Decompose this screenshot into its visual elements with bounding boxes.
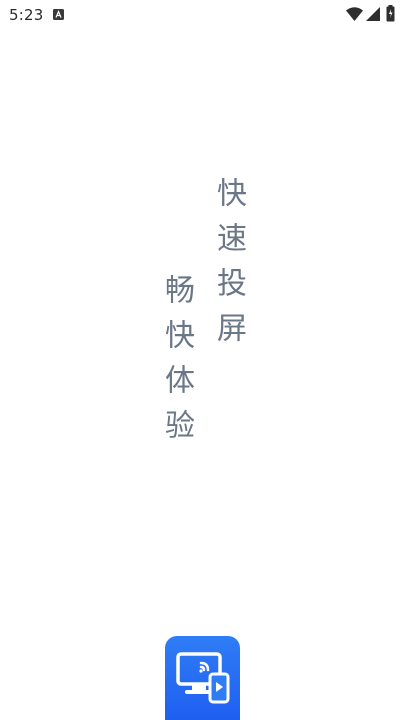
notification-a-icon [53, 9, 64, 20]
wifi-icon [346, 7, 363, 21]
status-time: 5:23 [9, 6, 44, 24]
screen-cast-app-icon [165, 636, 240, 720]
splash-screen: 5:23 快速投屏 畅快体验 [0, 0, 405, 720]
monitor-phone-cast-icon [176, 652, 230, 704]
signal-icon [366, 7, 380, 21]
slogan-line-fast-cast: 快速投屏 [211, 177, 246, 357]
slogan-line-smooth-experience: 畅快体验 [159, 274, 194, 454]
status-bar: 5:23 [0, 0, 405, 30]
battery-icon [386, 5, 395, 22]
